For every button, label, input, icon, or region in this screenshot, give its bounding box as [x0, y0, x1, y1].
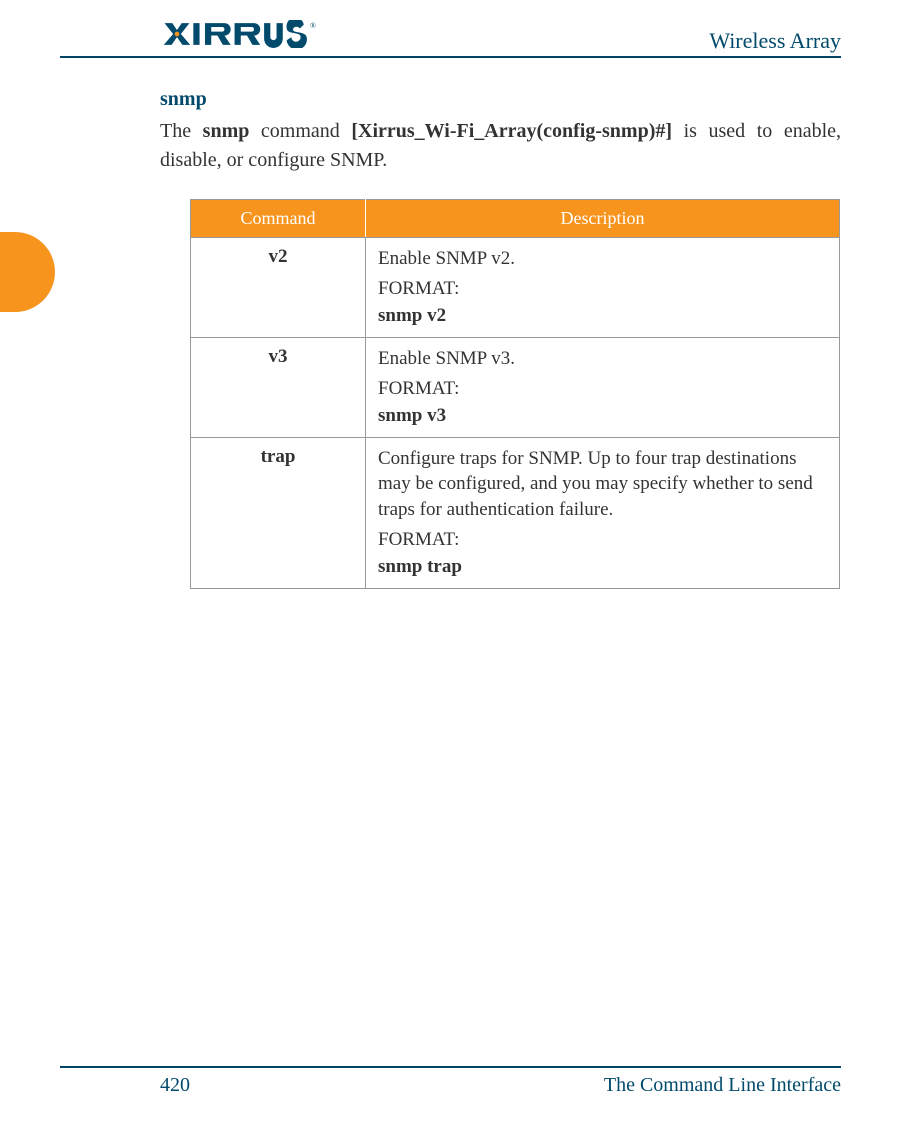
section-title: snmp — [160, 88, 841, 111]
format-label: FORMAT: — [378, 527, 827, 553]
format-value: snmp v3 — [378, 403, 827, 429]
col-header-command: Command — [191, 200, 366, 238]
xirrus-logo-icon: ® — [160, 20, 320, 48]
intro-text-mid: command — [249, 120, 351, 142]
cell-description: Enable SNMP v2. FORMAT: snmp v2 — [366, 238, 840, 338]
table-row: trap Configure traps for SNMP. Up to fou… — [191, 437, 840, 588]
table-row: v2 Enable SNMP v2. FORMAT: snmp v2 — [191, 238, 840, 338]
thumb-tab-icon — [0, 232, 55, 312]
header-title: Wireless Array — [709, 28, 841, 54]
description-text: Enable SNMP v3. — [378, 346, 827, 372]
cell-command: v2 — [191, 238, 366, 338]
intro-command-name: snmp — [203, 120, 250, 142]
format-label: FORMAT: — [378, 376, 827, 402]
description-text: Enable SNMP v2. — [378, 246, 827, 272]
format-value: snmp trap — [378, 554, 827, 580]
intro-paragraph: The snmp command [Xirrus_Wi-Fi_Array(con… — [160, 117, 841, 175]
format-value: snmp v2 — [378, 303, 827, 329]
intro-cli-prompt: [Xirrus_Wi-Fi_Array(config-snmp)#] — [351, 120, 672, 142]
table-row: v3 Enable SNMP v3. FORMAT: snmp v3 — [191, 337, 840, 437]
page-footer: 420 The Command Line Interface — [60, 1066, 841, 1097]
format-label: FORMAT: — [378, 276, 827, 302]
cell-description: Configure traps for SNMP. Up to four tra… — [366, 437, 840, 588]
page: ® Wireless Array snmp The snmp command [… — [0, 0, 901, 1133]
cell-command: v3 — [191, 337, 366, 437]
cell-description: Enable SNMP v3. FORMAT: snmp v3 — [366, 337, 840, 437]
page-header: ® Wireless Array — [60, 20, 841, 58]
table-header-row: Command Description — [191, 200, 840, 238]
col-header-description: Description — [366, 200, 840, 238]
command-table: Command Description v2 Enable SNMP v2. F… — [190, 199, 840, 589]
intro-text-prefix: The — [160, 120, 203, 142]
chapter-title: The Command Line Interface — [604, 1074, 841, 1097]
description-text: Configure traps for SNMP. Up to four tra… — [378, 446, 827, 523]
svg-text:®: ® — [310, 21, 316, 30]
page-number: 420 — [160, 1074, 190, 1097]
cell-command: trap — [191, 437, 366, 588]
